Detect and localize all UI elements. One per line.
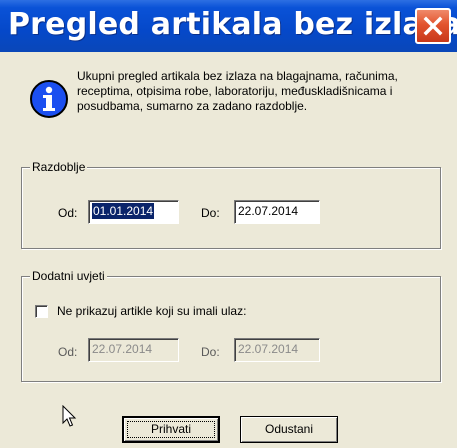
cancel-button[interactable]: Odustani: [240, 416, 338, 443]
window-title: Pregled artikala bez izlaza: [8, 7, 457, 42]
period-to-label: Do:: [201, 206, 220, 220]
close-icon: [423, 16, 443, 36]
period-to-input[interactable]: 22.07.2014: [234, 200, 320, 224]
accept-button[interactable]: Prihvati: [122, 416, 220, 443]
mouse-cursor-icon: [62, 405, 77, 427]
conditions-from-input[interactable]: 22.07.2014: [88, 338, 179, 362]
info-icon: [30, 80, 68, 118]
conditions-to-input[interactable]: 22.07.2014: [234, 338, 320, 362]
period-group-label: Razdoblje: [30, 160, 88, 175]
period-from-label: Od:: [58, 206, 78, 220]
accept-focus-ring: [127, 421, 215, 438]
close-button[interactable]: [415, 8, 451, 44]
conditions-group: Dodatni uvjeti: [21, 269, 441, 382]
cancel-button-label: Odustani: [264, 422, 314, 436]
no-entry-checkbox[interactable]: [35, 305, 48, 318]
conditions-group-label: Dodatni uvjeti: [30, 269, 107, 284]
period-from-value: 01.01.2014: [92, 203, 155, 219]
period-from-input[interactable]: 01.01.2014: [88, 200, 179, 224]
dialog-window: Pregled artikala bez izlaza Ukupni pregl…: [0, 0, 457, 448]
conditions-from-label: Od:: [58, 345, 78, 359]
info-description: Ukupni pregled artikala bez izlaza na bl…: [77, 69, 398, 113]
period-group: Razdoblje: [21, 160, 441, 249]
conditions-to-label: Do:: [201, 345, 220, 359]
no-entry-checkbox-label[interactable]: Ne prikazuj artikle koji su imali ulaz:: [57, 304, 246, 319]
title-bar[interactable]: Pregled artikala bez izlaza: [0, 0, 457, 52]
